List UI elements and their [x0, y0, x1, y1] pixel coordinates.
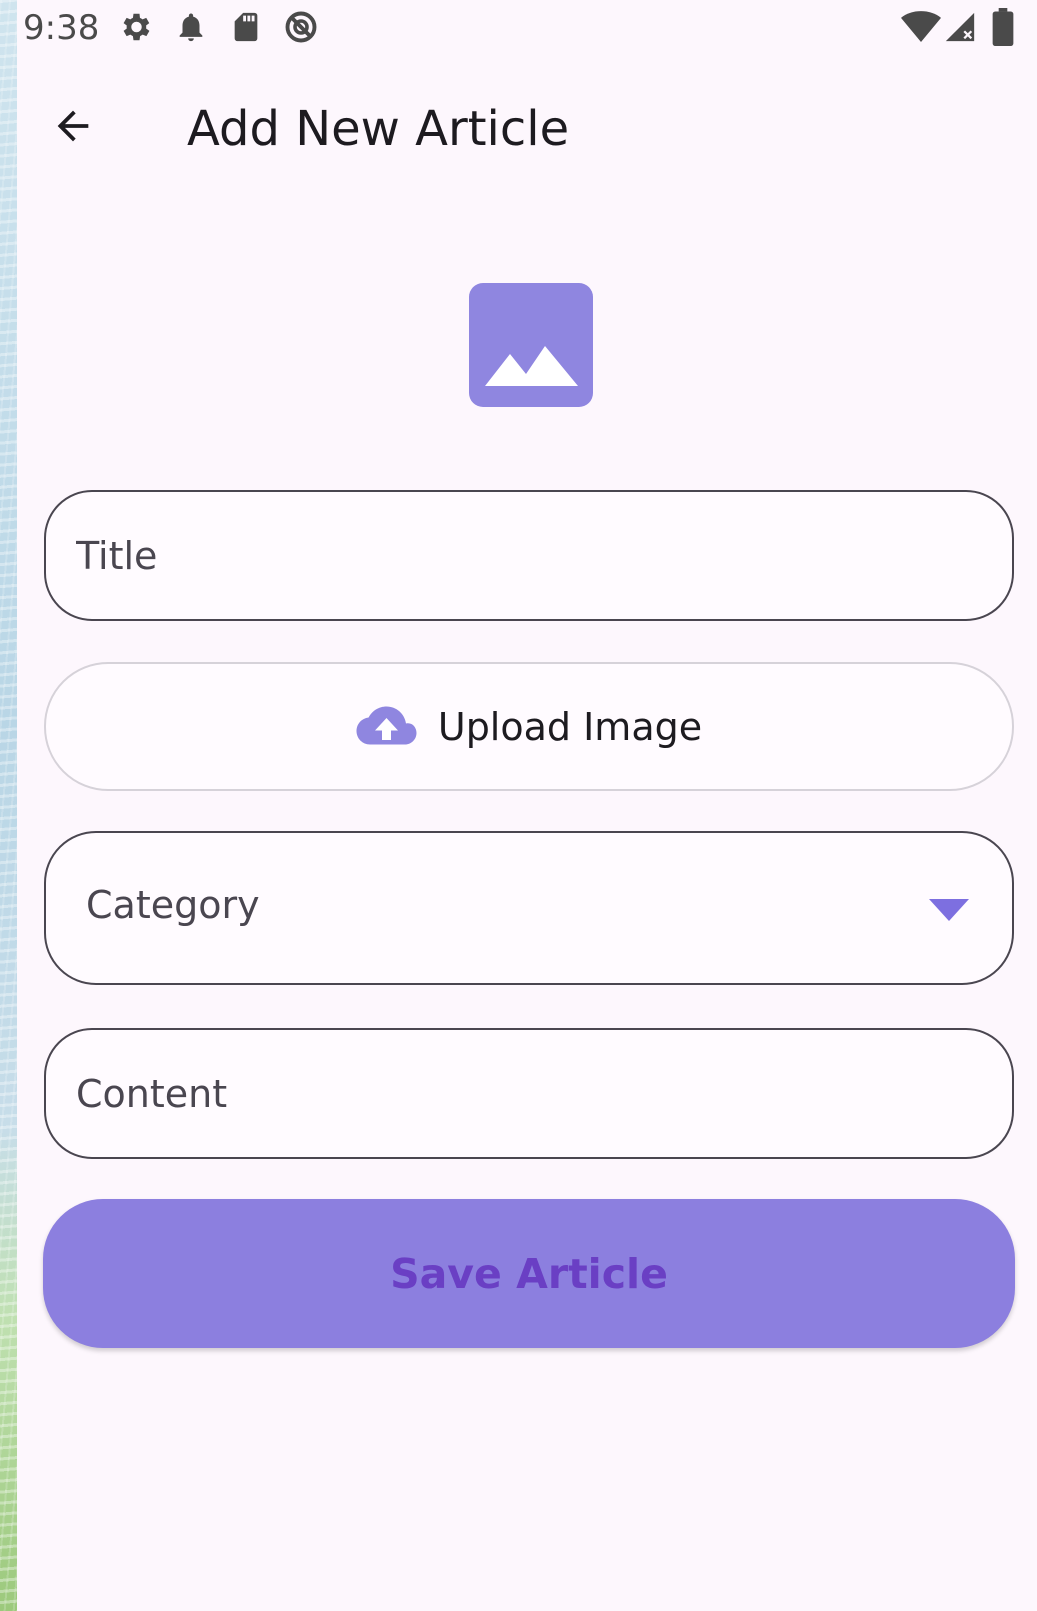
save-article-label: Save Article [390, 1249, 668, 1298]
image-preview[interactable] [469, 283, 593, 407]
image-icon [485, 346, 578, 386]
cloud-upload-icon [356, 706, 417, 744]
page-title: Add New Article [187, 101, 570, 157]
save-article-button[interactable]: Save Article [43, 1199, 1015, 1348]
gear-icon [123, 13, 150, 41]
wifi-icon [901, 11, 941, 42]
status-time: 9:38 [23, 8, 100, 48]
sync-disabled-icon [285, 11, 317, 43]
category-dropdown[interactable]: Category [44, 831, 1014, 985]
upload-image-button[interactable]: Upload Image [44, 662, 1014, 791]
signal-icon [945, 12, 975, 42]
sd-card-icon [234, 12, 258, 42]
arrow-left-icon [57, 110, 89, 142]
category-label: Category [86, 883, 260, 927]
battery-icon [992, 8, 1014, 46]
dropdown-arrow-icon[interactable] [929, 899, 969, 921]
content-input[interactable] [76, 1030, 956, 1157]
title-field[interactable] [44, 490, 1014, 621]
bell-icon [179, 13, 203, 42]
app-screen: 9:38 Add New Article Title Upload Image … [17, 0, 1037, 1611]
title-input[interactable] [76, 492, 956, 619]
status-bar: 9:38 [17, 0, 1037, 56]
back-button[interactable] [45, 98, 101, 154]
upload-image-label: Upload Image [437, 704, 703, 749]
content-field[interactable] [44, 1028, 1014, 1159]
